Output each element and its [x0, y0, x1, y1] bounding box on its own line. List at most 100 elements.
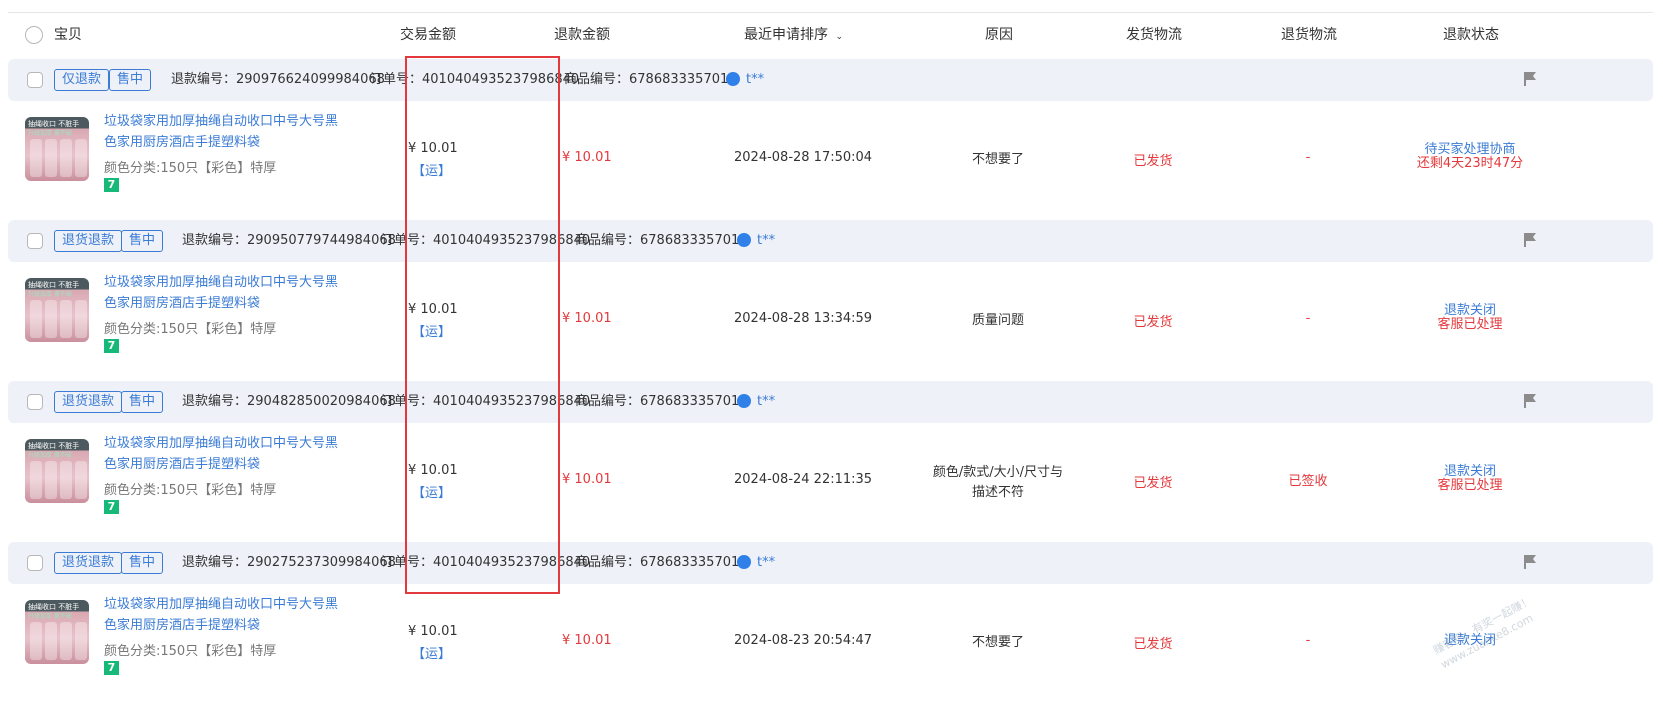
refund-status-main[interactable]: 待买家处理协商 — [1390, 143, 1550, 157]
refund-reason: 不想要了 — [971, 635, 1024, 650]
buyer-link[interactable]: t** — [737, 381, 775, 423]
refund-status[interactable]: 退款关闭 客服已处理 — [1390, 304, 1550, 332]
refund-number: 退款编号：290482850020984068 — [182, 394, 396, 409]
order-number: 订单号：4010404935237986840 — [381, 555, 591, 570]
header-return-shipping: 退货物流 — [1281, 27, 1337, 43]
return-shipping-status: - — [1305, 150, 1311, 165]
return-shipping-status: - — [1305, 633, 1311, 648]
header-item: 宝贝 — [54, 27, 82, 43]
refund-order-bar: 退货退款 售中 退款编号：290482850020984068 订单号：4010… — [8, 381, 1653, 423]
refund-type-tag: 退货退款 — [54, 391, 123, 413]
header-reason: 原因 — [985, 27, 1013, 43]
freight-link[interactable]: 【运】 — [412, 482, 451, 501]
refund-number: 退款编号：290976624099984068 — [171, 72, 385, 87]
product-thumbnail[interactable]: 抽绳收口 不脏手 升级加厚 撑不破 — [25, 117, 89, 181]
refund-item-row: 抽绳收口 不脏手 升级加厚 撑不破 垃圾袋家用加厚抽绳自动收口中号大号黑色家用厨… — [0, 584, 1663, 702]
product-sku: 颜色分类:150只【彩色】特厚 — [104, 161, 277, 176]
trade-amount: ¥ 10.01 — [408, 463, 458, 478]
flag-icon[interactable] — [1523, 554, 1537, 570]
refund-type-tag: 退货退款 — [54, 230, 123, 252]
refund-amount: ¥ 10.01 — [562, 150, 612, 165]
trade-amount: ¥ 10.01 — [408, 302, 458, 317]
shipping-status[interactable]: 已发货 — [1103, 633, 1203, 652]
freight-link[interactable]: 【运】 — [412, 643, 451, 662]
refund-reason: 颜色/款式/大小/尺寸与描述不符 — [932, 465, 1064, 500]
trade-amount: ¥ 10.01 — [408, 624, 458, 639]
buyer-name: t** — [757, 233, 776, 248]
refund-status-main[interactable]: 退款关闭 — [1390, 304, 1550, 318]
sort-label: 最近申请排序 — [744, 27, 828, 43]
product-thumbnail[interactable]: 抽绳收口 不脏手 升级加厚 撑不破 — [25, 439, 89, 503]
product-thumbnail[interactable]: 抽绳收口 不脏手 升级加厚 撑不破 — [25, 278, 89, 342]
refund-order-bar: 仅退款 售中 退款编号：290976624099984068 订单号：40104… — [8, 59, 1653, 101]
header-shipping: 发货物流 — [1126, 27, 1182, 43]
seven-day-return-badge: 7 — [104, 178, 119, 192]
apply-date: 2024-08-23 20:54:47 — [734, 633, 873, 648]
refund-status-detail: 客服已处理 — [1437, 317, 1503, 332]
apply-date: 2024-08-28 13:34:59 — [734, 311, 873, 326]
refund-type-tag: 仅退款 — [54, 69, 110, 91]
shipping-status[interactable]: 已发货 — [1103, 472, 1203, 491]
product-thumbnail[interactable]: 抽绳收口 不脏手 升级加厚 撑不破 — [25, 600, 89, 664]
refund-type-tag: 退货退款 — [54, 552, 123, 574]
refund-item-row: 抽绳收口 不脏手 升级加厚 撑不破 垃圾袋家用加厚抽绳自动收口中号大号黑色家用厨… — [0, 423, 1663, 541]
shipping-status[interactable]: 已发货 — [1103, 311, 1203, 330]
flag-icon[interactable] — [1523, 71, 1537, 87]
refund-item-row: 抽绳收口 不脏手 升级加厚 撑不破 垃圾袋家用加厚抽绳自动收口中号大号黑色家用厨… — [0, 101, 1663, 219]
flag-icon[interactable] — [1523, 393, 1537, 409]
return-shipping-status[interactable]: 已签收 — [1258, 470, 1358, 489]
wangwang-chat-icon[interactable] — [726, 71, 740, 86]
buyer-link[interactable]: t** — [737, 220, 775, 262]
product-title-link[interactable]: 垃圾袋家用加厚抽绳自动收口中号大号黑色家用厨房酒店手提塑料袋 — [104, 433, 344, 475]
product-sku: 颜色分类:150只【彩色】特厚 — [104, 483, 277, 498]
header-trade-amount: 交易金额 — [400, 27, 456, 43]
apply-date: 2024-08-24 22:11:35 — [734, 472, 873, 487]
stage-tag: 售中 — [121, 552, 164, 574]
refund-status-detail: 还剩4天23时47分 — [1416, 156, 1524, 171]
top-divider — [8, 12, 1653, 13]
refund-status[interactable]: 退款关闭 客服已处理 — [1390, 465, 1550, 493]
row-checkbox[interactable] — [27, 394, 43, 410]
product-sku: 颜色分类:150只【彩色】特厚 — [104, 644, 277, 659]
buyer-link[interactable]: t** — [726, 59, 764, 101]
buyer-name: t** — [746, 72, 765, 87]
product-sku: 颜色分类:150只【彩色】特厚 — [104, 322, 277, 337]
refund-number: 退款编号：290275237309984068 — [182, 555, 396, 570]
order-number: 订单号：4010404935237986840 — [370, 72, 580, 87]
header-refund-status: 退款状态 — [1443, 27, 1499, 43]
buyer-link[interactable]: t** — [737, 542, 775, 584]
product-title-link[interactable]: 垃圾袋家用加厚抽绳自动收口中号大号黑色家用厨房酒店手提塑料袋 — [104, 272, 344, 314]
seven-day-return-badge: 7 — [104, 661, 119, 675]
row-checkbox[interactable] — [27, 233, 43, 249]
refund-order-bar: 退货退款 售中 退款编号：290275237309984068 订单号：4010… — [8, 542, 1653, 584]
refund-status[interactable]: 待买家处理协商 还剩4天23时47分 — [1390, 143, 1550, 171]
refund-status-detail: 客服已处理 — [1437, 478, 1503, 493]
refund-reason: 质量问题 — [971, 313, 1024, 328]
thumbnail-subtext: 升级加厚 撑不破 — [28, 452, 72, 459]
wangwang-chat-icon[interactable] — [737, 232, 751, 247]
flag-icon[interactable] — [1523, 232, 1537, 248]
product-title-link[interactable]: 垃圾袋家用加厚抽绳自动收口中号大号黑色家用厨房酒店手提塑料袋 — [104, 594, 344, 636]
select-all-checkbox[interactable] — [25, 26, 43, 44]
sort-dropdown[interactable]: 最近申请排序 ⌄ — [744, 14, 843, 56]
refund-status-main[interactable]: 退款关闭 — [1390, 465, 1550, 479]
order-number: 订单号：4010404935237986840 — [381, 394, 591, 409]
stage-tag: 售中 — [121, 391, 164, 413]
row-checkbox[interactable] — [27, 72, 43, 88]
shipping-status[interactable]: 已发货 — [1103, 150, 1203, 169]
refund-amount: ¥ 10.01 — [562, 472, 612, 487]
freight-link[interactable]: 【运】 — [412, 160, 451, 179]
order-number: 订单号：4010404935237986840 — [381, 233, 591, 248]
apply-date: 2024-08-28 17:50:04 — [734, 150, 873, 165]
wangwang-chat-icon[interactable] — [737, 393, 751, 408]
freight-link[interactable]: 【运】 — [412, 321, 451, 340]
stage-tag: 售中 — [109, 69, 152, 91]
row-checkbox[interactable] — [27, 555, 43, 571]
product-title-link[interactable]: 垃圾袋家用加厚抽绳自动收口中号大号黑色家用厨房酒店手提塑料袋 — [104, 111, 344, 153]
product-number: 商品编号：678683335701 — [575, 233, 740, 248]
trade-amount: ¥ 10.01 — [408, 141, 458, 156]
table-header: 宝贝 交易金额 退款金额 最近申请排序 ⌄ 原因 发货物流 退货物流 退款状态 — [0, 14, 1663, 56]
buyer-name: t** — [757, 394, 776, 409]
wangwang-chat-icon[interactable] — [737, 554, 751, 569]
thumbnail-subtext: 升级加厚 撑不破 — [28, 613, 72, 620]
